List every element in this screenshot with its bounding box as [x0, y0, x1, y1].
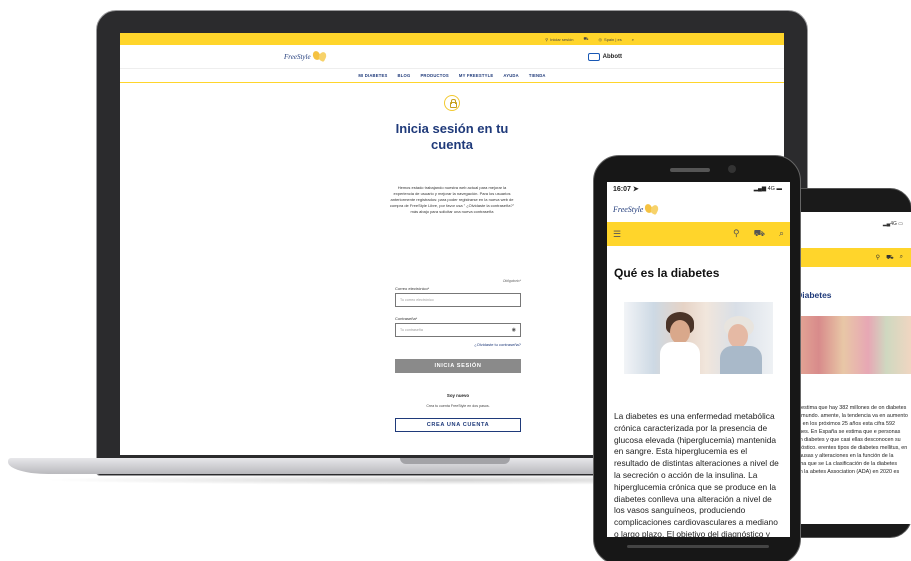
language-label: Spain | es — [604, 36, 622, 42]
user-icon: ⚲ — [545, 36, 549, 42]
email-placeholder: Tu correo electrónico — [400, 298, 434, 302]
login-label: Iniciar sesión — [550, 36, 574, 42]
eye-icon[interactable]: ◉ — [512, 327, 516, 333]
password-field[interactable]: Tu contraseña ◉ — [395, 323, 521, 337]
nav-item-my-freestyle[interactable]: MY FREESTYLE — [459, 73, 493, 78]
butterfly-icon — [644, 202, 660, 215]
search-icon[interactable]: ⌕ — [779, 228, 784, 240]
article-body: La diabetes es una enfermedad metabólica… — [614, 411, 779, 537]
language-link[interactable]: ◎ Spain | es — [599, 37, 622, 42]
login-link[interactable]: ⚲ Iniciar sesión — [545, 37, 573, 42]
globe-icon: ◎ — [598, 36, 603, 42]
abbott-mark-icon — [587, 52, 600, 61]
new-user-text: Crea tu cuenta FreeStyle en dos pasos. — [426, 404, 490, 408]
cart-icon[interactable]: ⛟ — [754, 228, 765, 240]
signal-icon: ▂▄▆ — [753, 186, 768, 192]
network-label: 4G — [890, 221, 897, 227]
back-phone-header: ⚲ ⛟ ⌕ — [788, 248, 911, 267]
page-title: Inicia sesión en tu cuenta — [120, 121, 784, 153]
freestyle-logo[interactable]: FreeStyle — [607, 196, 790, 222]
login-button[interactable]: INICIA SESIÓN — [395, 359, 521, 373]
brand-row: FreeStyle Abbott — [120, 45, 784, 69]
front-phone-status-bar: 16:07 ➤ ▂▄▆ 4G ▬ — [607, 182, 790, 196]
laptop-notch — [400, 458, 510, 464]
user-icon[interactable]: ⚲ — [733, 228, 740, 240]
location-icon: ➤ — [632, 186, 639, 193]
search-icon[interactable]: ⌕ — [900, 254, 903, 261]
signal-icon: ▂▄ — [882, 221, 891, 227]
required-note: Obligatorio* — [502, 279, 521, 283]
front-phone-screen: 16:07 ➤ ▂▄▆ 4G ▬ FreeStyle ☰ ⚲ ⛟ ⌕ Qué e… — [607, 182, 790, 537]
email-label: Correo electrónico* — [395, 286, 430, 291]
front-phone-header: ☰ ⚲ ⛟ ⌕ — [607, 222, 790, 246]
abbott-text: Abbott — [602, 53, 622, 60]
login-form: Obligatorio* Correo electrónico* Tu corr… — [395, 279, 521, 432]
clock: 16:07 — [613, 186, 631, 193]
back-phone-title: e Diabetes — [789, 290, 832, 300]
freestyle-logo[interactable]: FreeStyle — [284, 50, 328, 63]
back-phone-screen: ▂▄ 4G ▭ ⚲ ⛟ ⌕ e Diabetes e, se estima qu… — [788, 212, 911, 524]
back-phone-body: e, se estima que hay 382 millones de on … — [788, 405, 908, 475]
search-icon[interactable]: ⌕ — [632, 37, 634, 42]
password-label: Contraseña* — [395, 316, 418, 321]
user-icon[interactable]: ⚲ — [876, 254, 880, 261]
article-title: Qué es la diabetes — [614, 266, 720, 280]
network-label: 4G — [767, 186, 775, 192]
page-title-line1: Inicia sesión en tu — [395, 121, 509, 136]
nav-item-mi-diabetes[interactable]: MI DIABETES — [358, 73, 387, 78]
cart-icon[interactable]: ⛟ — [583, 36, 588, 42]
speaker-grille — [670, 168, 710, 172]
menu-icon[interactable]: ☰ — [613, 229, 621, 240]
create-account-button[interactable]: CREA UNA CUENTA — [395, 418, 521, 432]
abbott-logo: Abbott — [587, 52, 622, 61]
intro-text: Hemos estado trabajando nuestra web actu… — [389, 185, 515, 214]
cart-icon[interactable]: ⛟ — [886, 254, 894, 262]
nav-item-productos[interactable]: PRODUCTOS — [420, 73, 448, 78]
password-placeholder: Tu contraseña — [400, 328, 423, 332]
composition: ⚲ Iniciar sesión ⛟ ◎ Spain | es ⌕ FreeStyl… — [0, 0, 911, 561]
battery-icon: ▭ — [896, 221, 903, 227]
new-user-heading: Soy nuevo — [446, 393, 470, 398]
main-nav: MI DIABETES BLOG PRODUCTOS MY FREESTYLE … — [120, 69, 784, 83]
utility-bar: ⚲ Iniciar sesión ⛟ ◎ Spain | es ⌕ — [120, 33, 784, 45]
forgot-password-link[interactable]: ¿Olvidaste tu contraseña? — [395, 342, 521, 347]
nav-item-blog[interactable]: BLOG — [398, 73, 411, 78]
logo-text: FreeStyle — [613, 204, 644, 214]
butterfly-icon — [311, 50, 328, 63]
email-field[interactable]: Tu correo electrónico — [395, 293, 521, 307]
battery-icon: ▬ — [774, 186, 782, 192]
nav-item-ayuda[interactable]: AYUDA — [503, 73, 519, 78]
logo-text: FreeStyle — [284, 52, 311, 61]
page-title-line2: cuenta — [431, 137, 473, 152]
camera-icon — [728, 165, 736, 173]
people-photo — [788, 316, 911, 374]
home-indicator — [627, 545, 769, 548]
nav-item-tienda[interactable]: TIENDA — [529, 73, 546, 78]
lock-icon — [444, 95, 460, 111]
doctor-patient-photo — [624, 302, 773, 374]
back-phone-status-bar: ▂▄ 4G ▭ — [788, 212, 911, 236]
